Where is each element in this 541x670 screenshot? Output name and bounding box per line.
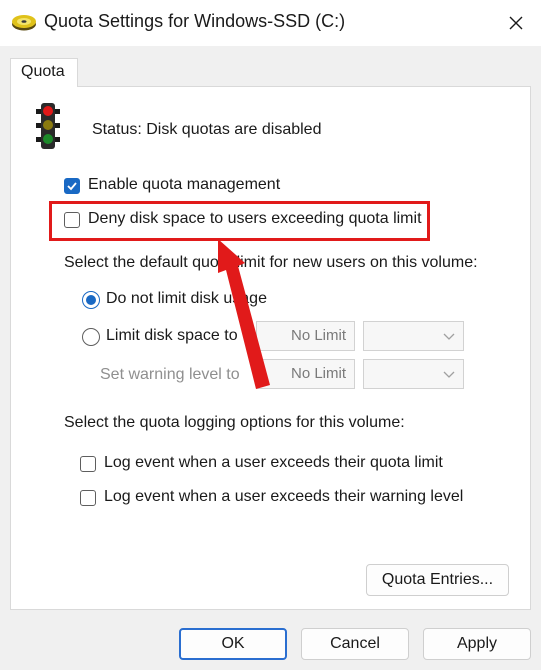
log-quota-limit-label[interactable]: Log event when a user exceeds their quot… bbox=[104, 454, 443, 472]
logging-heading: Select the quota logging options for thi… bbox=[64, 414, 405, 431]
log-warning-level-checkbox[interactable] bbox=[80, 490, 96, 506]
limit-disk-space-radio[interactable] bbox=[82, 328, 100, 346]
chevron-down-icon bbox=[443, 371, 455, 378]
tab-quota-label: Quota bbox=[21, 63, 65, 80]
checkmark-icon bbox=[67, 182, 77, 191]
warning-value-field[interactable]: No Limit bbox=[256, 359, 355, 389]
limit-value-text: No Limit bbox=[290, 327, 346, 344]
default-quota-heading: Select the default quota limit for new u… bbox=[64, 254, 478, 271]
chevron-down-icon bbox=[443, 333, 455, 340]
dialog-body: Quota Status: Disk quotas are disabled E… bbox=[0, 46, 541, 670]
apply-button[interactable]: Apply bbox=[423, 628, 531, 660]
window-title: Quota Settings for Windows-SSD (C:) bbox=[44, 11, 346, 31]
title-bar: Quota Settings for Windows-SSD (C:) bbox=[0, 0, 541, 46]
warning-level-label: Set warning level to bbox=[100, 366, 240, 383]
limit-disk-space-label[interactable]: Limit disk space to bbox=[106, 327, 238, 345]
enable-quota-checkbox[interactable] bbox=[64, 178, 80, 194]
ok-button[interactable]: OK bbox=[179, 628, 287, 660]
status-text: Status: Disk quotas are disabled bbox=[92, 121, 322, 138]
tab-panel: Status: Disk quotas are disabled Enable … bbox=[10, 86, 531, 610]
disk-drive-icon bbox=[12, 15, 36, 31]
do-not-limit-label[interactable]: Do not limit disk usage bbox=[106, 290, 267, 308]
highlight-box bbox=[49, 201, 430, 241]
warning-value-text: No Limit bbox=[290, 365, 346, 382]
close-icon bbox=[509, 16, 523, 30]
close-button[interactable] bbox=[496, 4, 536, 42]
tab-quota[interactable]: Quota bbox=[10, 58, 78, 87]
limit-unit-dropdown[interactable] bbox=[363, 321, 464, 351]
traffic-light-icon bbox=[36, 103, 60, 149]
warning-unit-dropdown[interactable] bbox=[363, 359, 464, 389]
log-quota-limit-checkbox[interactable] bbox=[80, 456, 96, 472]
do-not-limit-radio[interactable] bbox=[82, 291, 100, 309]
limit-value-field[interactable]: No Limit bbox=[256, 321, 355, 351]
log-warning-level-label[interactable]: Log event when a user exceeds their warn… bbox=[104, 488, 463, 506]
cancel-button[interactable]: Cancel bbox=[301, 628, 409, 660]
enable-quota-label[interactable]: Enable quota management bbox=[88, 176, 280, 194]
quota-entries-button[interactable]: Quota Entries... bbox=[366, 564, 509, 596]
